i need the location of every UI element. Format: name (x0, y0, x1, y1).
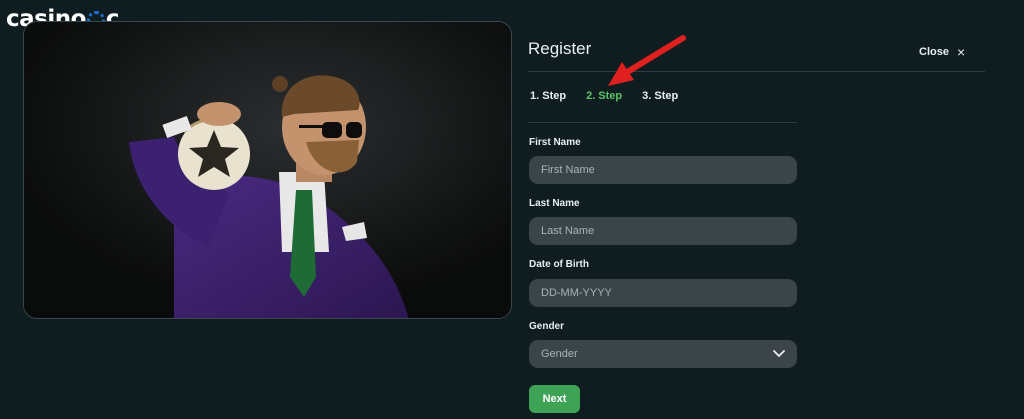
gender-label: Gender (529, 321, 565, 332)
chevron-down-icon (773, 350, 785, 358)
last-name-label: Last Name (529, 198, 580, 209)
gender-select[interactable]: Gender (529, 340, 797, 368)
first-name-label: First Name (529, 137, 581, 148)
hero-image (23, 21, 512, 319)
first-name-input[interactable] (529, 156, 797, 184)
gender-selected-value: Gender (541, 348, 578, 360)
panel-title: Register (528, 39, 592, 58)
close-icon: × (956, 44, 966, 60)
annotation-arrow-icon (608, 35, 686, 86)
date-of-birth-label: Date of Birth (529, 259, 589, 270)
close-label: Close (919, 46, 949, 58)
hero-illustration (24, 22, 511, 318)
next-button[interactable]: Next (529, 385, 580, 413)
step-1: 1. Step (530, 90, 567, 102)
header-divider (528, 71, 985, 72)
close-button[interactable]: Close × (919, 44, 965, 60)
last-name-input[interactable] (529, 217, 797, 245)
date-of-birth-input[interactable] (529, 279, 797, 307)
steps-divider (528, 122, 797, 123)
